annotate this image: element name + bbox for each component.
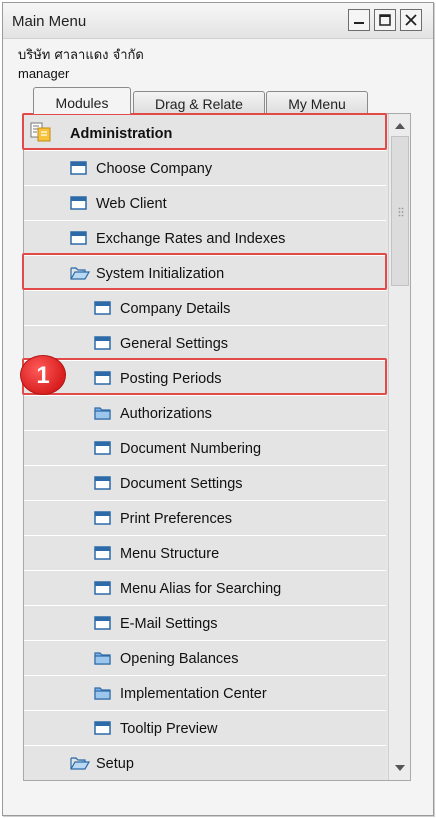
main-menu-window: Main Menu บริษัท ศาลาแดง จำกัด manager M… — [2, 2, 434, 816]
minimize-button[interactable] — [348, 9, 370, 31]
menu-item-label: Opening Balances — [120, 651, 239, 667]
menu-item-label: Web Client — [96, 196, 167, 212]
window-title: Main Menu — [12, 13, 87, 30]
menu-item-setup[interactable]: Setup — [24, 746, 386, 780]
menu-item-label: Tooltip Preview — [120, 721, 218, 737]
window-form-icon — [94, 510, 111, 526]
window-form-icon — [94, 545, 111, 561]
folder-open-icon — [70, 265, 91, 281]
tab-my-menu[interactable]: My Menu — [266, 91, 368, 113]
menu-item-document-settings[interactable]: Document Settings — [24, 466, 386, 501]
menu-item-label: Posting Periods — [120, 371, 222, 387]
company-name: บริษัท ศาลาแดง จำกัด — [18, 48, 144, 63]
vertical-scrollbar[interactable] — [388, 114, 410, 780]
minimize-icon — [354, 22, 364, 24]
window-form-icon — [94, 720, 111, 736]
menu-item-implementation-center[interactable]: Implementation Center — [24, 676, 386, 711]
maximize-button[interactable] — [374, 9, 396, 31]
menu-item-choose-company[interactable]: Choose Company — [24, 151, 386, 186]
tab-modules[interactable]: Modules — [33, 87, 131, 114]
menu-item-print-preferences[interactable]: Print Preferences — [24, 501, 386, 536]
menu-item-menu-alias-for-searching[interactable]: Menu Alias for Searching — [24, 571, 386, 606]
window-form-icon — [94, 300, 111, 316]
menu-item-administration[interactable]: Administration — [24, 116, 386, 151]
grip-icon — [398, 207, 404, 217]
menu-item-label: Document Settings — [120, 476, 243, 492]
close-button[interactable] — [400, 9, 422, 31]
close-icon — [405, 14, 417, 26]
menu-item-label: General Settings — [120, 336, 229, 352]
window-form-icon — [94, 440, 111, 456]
folder-open-icon — [70, 755, 91, 771]
folder-closed-icon — [94, 685, 111, 701]
menu-item-opening-balances[interactable]: Opening Balances — [24, 641, 386, 676]
menu-item-label: Authorizations — [120, 406, 212, 422]
scroll-down-arrow-icon[interactable] — [394, 764, 406, 772]
menu-item-label: Implementation Center — [120, 686, 267, 702]
window-form-icon — [94, 335, 111, 351]
menu-item-authorizations[interactable]: Authorizations — [24, 396, 386, 431]
menu-item-tooltip-preview[interactable]: Tooltip Preview — [24, 711, 386, 746]
menu-item-document-numbering[interactable]: Document Numbering — [24, 431, 386, 466]
user-name: manager — [18, 66, 70, 81]
menu-item-exchange-rates-and-indexes[interactable]: Exchange Rates and Indexes — [24, 221, 386, 256]
menu-item-web-client[interactable]: Web Client — [24, 186, 386, 221]
window-form-icon — [94, 615, 111, 631]
menu-item-e-mail-settings[interactable]: E-Mail Settings — [24, 606, 386, 641]
menu-tabs: Modules Drag & Relate My Menu — [3, 87, 433, 114]
menu-item-label: Print Preferences — [120, 511, 233, 527]
menu-tree-panel: Administration Choose Company Web Client Ex… — [23, 113, 411, 781]
menu-item-posting-periods[interactable]: Posting Periods — [24, 361, 386, 396]
window-form-icon — [94, 475, 111, 491]
menu-item-label: Exchange Rates and Indexes — [96, 231, 286, 247]
menu-item-label: Menu Alias for Searching — [120, 581, 282, 597]
window-form-icon — [70, 230, 87, 246]
folder-closed-icon — [94, 405, 111, 421]
menu-item-label: Company Details — [120, 301, 231, 317]
menu-item-label: Menu Structure — [120, 546, 220, 562]
maximize-icon — [379, 14, 391, 26]
menu-item-label: E-Mail Settings — [120, 616, 218, 632]
menu-item-menu-structure[interactable]: Menu Structure — [24, 536, 386, 571]
menu-item-label: Choose Company — [96, 161, 213, 177]
step-badge: 1 — [20, 355, 66, 395]
menu-item-label: Document Numbering — [120, 441, 262, 457]
menu-item-system-initialization[interactable]: System Initialization — [24, 256, 386, 291]
module-document-icon — [30, 122, 51, 142]
tab-drag-relate[interactable]: Drag & Relate — [133, 91, 265, 113]
window-form-icon — [94, 580, 111, 596]
window-form-icon — [70, 160, 87, 176]
scrollbar-thumb[interactable] — [391, 136, 409, 286]
folder-closed-icon — [94, 650, 111, 666]
menu-item-general-settings[interactable]: General Settings — [24, 326, 386, 361]
window-form-icon — [70, 195, 87, 211]
menu-item-label: Administration — [70, 126, 173, 142]
menu-item-label: System Initialization — [96, 266, 225, 282]
menu-item-company-details[interactable]: Company Details — [24, 291, 386, 326]
title-bar[interactable]: Main Menu — [3, 3, 433, 39]
scroll-up-arrow-icon[interactable] — [394, 122, 406, 130]
window-form-icon — [94, 370, 111, 386]
menu-item-label: Setup — [96, 756, 134, 772]
